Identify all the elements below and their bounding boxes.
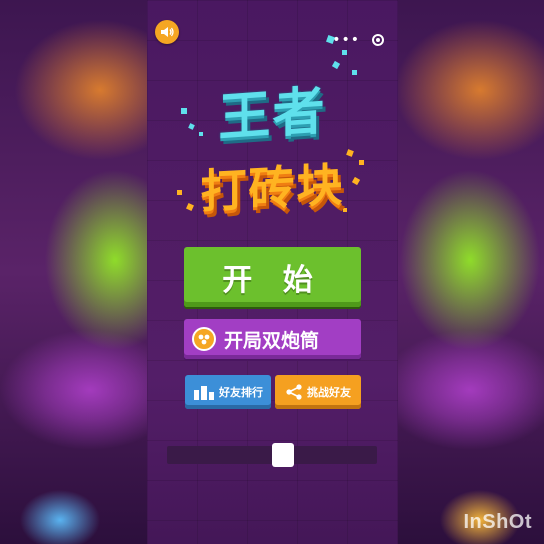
paddle-handle[interactable] [272,443,294,467]
challenge-friend-button[interactable]: 挑战好友 [275,375,361,409]
inshot-watermark: InShOt [463,511,532,533]
challenge-friend-label: 挑战好友 [307,386,351,399]
coin-icon [192,327,216,351]
friend-ranking-label: 好友排行 [219,386,263,399]
game-logo: 王者 打砖块 [147,0,398,240]
game-screen: ••• 王者 打砖块 开 始 开局双炮筒 好友排行 挑战好友 [147,0,398,544]
logo-spark [326,35,335,44]
friend-ranking-button[interactable]: 好友排行 [185,375,271,409]
start-button-label: 开 始 [222,263,323,298]
title-line-2: 打砖块 [200,157,345,219]
bar-chart-icon [194,386,214,400]
share-icon [286,384,302,400]
double-cannon-label: 开局双炮筒 [224,329,320,352]
double-cannon-button[interactable]: 开局双炮筒 [184,319,361,359]
start-button[interactable]: 开 始 [184,247,361,307]
logo-spark [342,50,347,55]
title-line-1: 王者 [218,81,327,149]
